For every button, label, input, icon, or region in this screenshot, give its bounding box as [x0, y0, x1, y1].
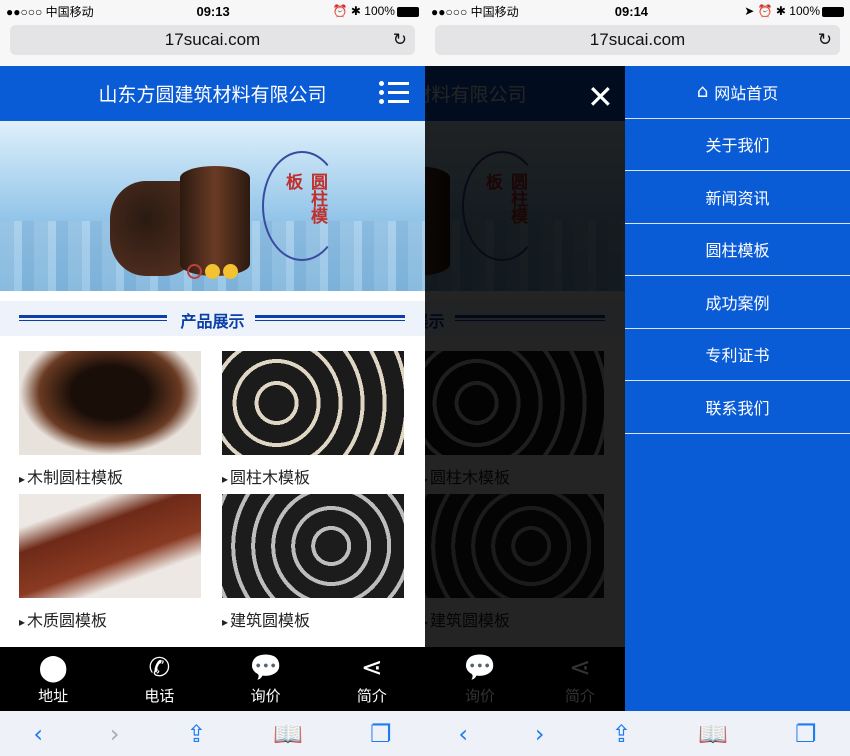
back-icon[interactable]: ‹: [33, 720, 43, 748]
close-icon[interactable]: ✕: [587, 81, 614, 113]
product-image[interactable]: [222, 494, 404, 598]
drawer-label: 专利证书: [705, 346, 770, 366]
carrier: ●●○○○ 中国移动: [431, 4, 519, 19]
banner-slider[interactable]: 圆柱模板: [0, 121, 425, 291]
product-grid: 木制圆柱模板 圆柱木模板 木质圆模板 建筑圆模板: [0, 351, 425, 637]
drawer-label: 联系我们: [705, 398, 770, 418]
tabs-icon[interactable]: ❐: [370, 720, 392, 748]
drawer-label: 网站首页: [714, 83, 779, 103]
tab-label: 电话: [144, 687, 175, 705]
slider-dots[interactable]: [187, 264, 238, 279]
bottom-nav: ⬤ 地址 ✆ 电话 💬 询价 ⋖ 简介: [0, 647, 425, 711]
bookmarks-icon[interactable]: 📖: [273, 720, 303, 748]
slider-dot[interactable]: [223, 264, 238, 279]
url-text: 17sucai.com: [164, 30, 261, 49]
address-bar[interactable]: 17sucai.com ↻: [435, 25, 840, 55]
battery-icon: [822, 6, 844, 17]
nav-drawer: ⌂ 网站首页 关于我们 新闻资讯 圆柱模板 成功案例 专利证书 联系我们: [625, 66, 850, 711]
product-card[interactable]: 木质圆模板: [19, 494, 201, 637]
product-label[interactable]: 木制圆柱模板: [19, 455, 201, 494]
carrier: ●●○○○ 中国移动: [6, 4, 94, 19]
banner-text: 圆柱模板: [262, 151, 342, 261]
slider-dot[interactable]: [205, 264, 220, 279]
share-icon[interactable]: ⇪: [186, 720, 206, 748]
battery: ➤ ⏰ ✱ 100%: [744, 4, 844, 18]
drawer-item-home[interactable]: ⌂ 网站首页: [625, 66, 850, 119]
status-bar: ●●○○○ 中国移动 09:13 ⏰ ✱ 100%: [0, 0, 425, 22]
section-title: 产品展示: [180, 312, 245, 331]
dim-overlay[interactable]: [425, 66, 625, 647]
drawer-item-contact[interactable]: 联系我们: [625, 381, 850, 434]
drawer-label: 新闻资讯: [705, 188, 770, 208]
back-icon[interactable]: ‹: [458, 720, 468, 748]
drawer-item-patents[interactable]: 专利证书: [625, 329, 850, 381]
status-bar: ●●○○○ 中国移动 09:14 ➤ ⏰ ✱ 100%: [425, 0, 850, 22]
tab-label: 询价: [464, 687, 495, 705]
forward-icon[interactable]: ›: [110, 720, 120, 748]
product-label[interactable]: 圆柱木模板: [222, 455, 404, 494]
product-card[interactable]: 木制圆柱模板: [19, 351, 201, 494]
phone-left: ●●○○○ 中国移动 09:13 ⏰ ✱ 100% 17sucai.com ↻ 山…: [0, 0, 425, 756]
tab-inquiry[interactable]: 💬 询价: [213, 647, 319, 711]
drawer-item-products[interactable]: 圆柱模板: [625, 224, 850, 276]
share-icon: ⋖: [360, 653, 383, 683]
product-image[interactable]: [19, 351, 201, 455]
map-pin-icon: ⬤: [38, 653, 68, 683]
drawer-label: 圆柱模板: [705, 241, 770, 261]
drawer-item-about[interactable]: 关于我们: [625, 119, 850, 171]
bookmarks-icon[interactable]: 📖: [698, 720, 728, 748]
drawer-label: 关于我们: [705, 136, 770, 156]
phone-right: ●●○○○ 中国移动 09:14 ➤ ⏰ ✱ 100% 17sucai.com ↻…: [425, 0, 850, 756]
chat-icon: 💬: [463, 653, 497, 683]
site-title: 山东方圆建筑材料有限公司: [98, 84, 327, 106]
address-bar[interactable]: 17sucai.com ↻: [10, 25, 415, 55]
share-icon: ⋖: [569, 653, 591, 683]
tab-address[interactable]: ⬤ 地址: [0, 647, 106, 711]
tab-about[interactable]: ⋖ 简介: [319, 647, 425, 711]
tabs-icon[interactable]: ❐: [795, 720, 817, 748]
battery-percent: 100%: [789, 4, 820, 18]
site-header: 山东方圆建筑材料有限公司: [0, 66, 425, 121]
product-image[interactable]: [222, 351, 404, 455]
url-text: 17sucai.com: [589, 30, 686, 49]
drawer-item-news[interactable]: 新闻资讯: [625, 171, 850, 224]
share-icon[interactable]: ⇪: [611, 720, 631, 748]
product-image[interactable]: [19, 494, 201, 598]
slider-dot[interactable]: [187, 264, 202, 279]
drawer-label: 成功案例: [705, 293, 770, 313]
battery: ⏰ ✱ 100%: [333, 4, 419, 18]
chat-icon: 💬: [249, 653, 282, 683]
browser-toolbar: ‹ › ⇪ 📖 ❐: [0, 711, 425, 756]
clock: 09:13: [196, 3, 230, 19]
section-header: 产品展示: [0, 291, 425, 351]
drawer-item-cases[interactable]: 成功案例: [625, 276, 850, 329]
tab-label: 地址: [38, 687, 69, 705]
product-label[interactable]: 建筑圆模板: [222, 598, 404, 637]
home-icon: ⌂: [696, 81, 709, 103]
product-card[interactable]: 圆柱木模板: [222, 351, 404, 494]
tab-phone[interactable]: ✆ 电话: [106, 647, 212, 711]
forward-icon[interactable]: ›: [535, 720, 545, 748]
menu-icon[interactable]: [379, 81, 409, 104]
reload-icon[interactable]: ↻: [393, 30, 407, 50]
battery-percent: 100%: [364, 4, 395, 18]
tab-label: 询价: [250, 687, 281, 705]
product-card[interactable]: 建筑圆模板: [222, 494, 404, 637]
battery-icon: [396, 6, 419, 17]
clock: 09:14: [614, 3, 649, 19]
tab-label: 简介: [356, 687, 387, 705]
browser-toolbar: ‹ › ⇪ 📖 ❐: [425, 711, 850, 756]
tab-label: 简介: [564, 687, 595, 705]
phone-icon: ✆: [148, 653, 171, 683]
reload-icon[interactable]: ↻: [818, 30, 832, 50]
product-label[interactable]: 木质圆模板: [19, 598, 201, 637]
